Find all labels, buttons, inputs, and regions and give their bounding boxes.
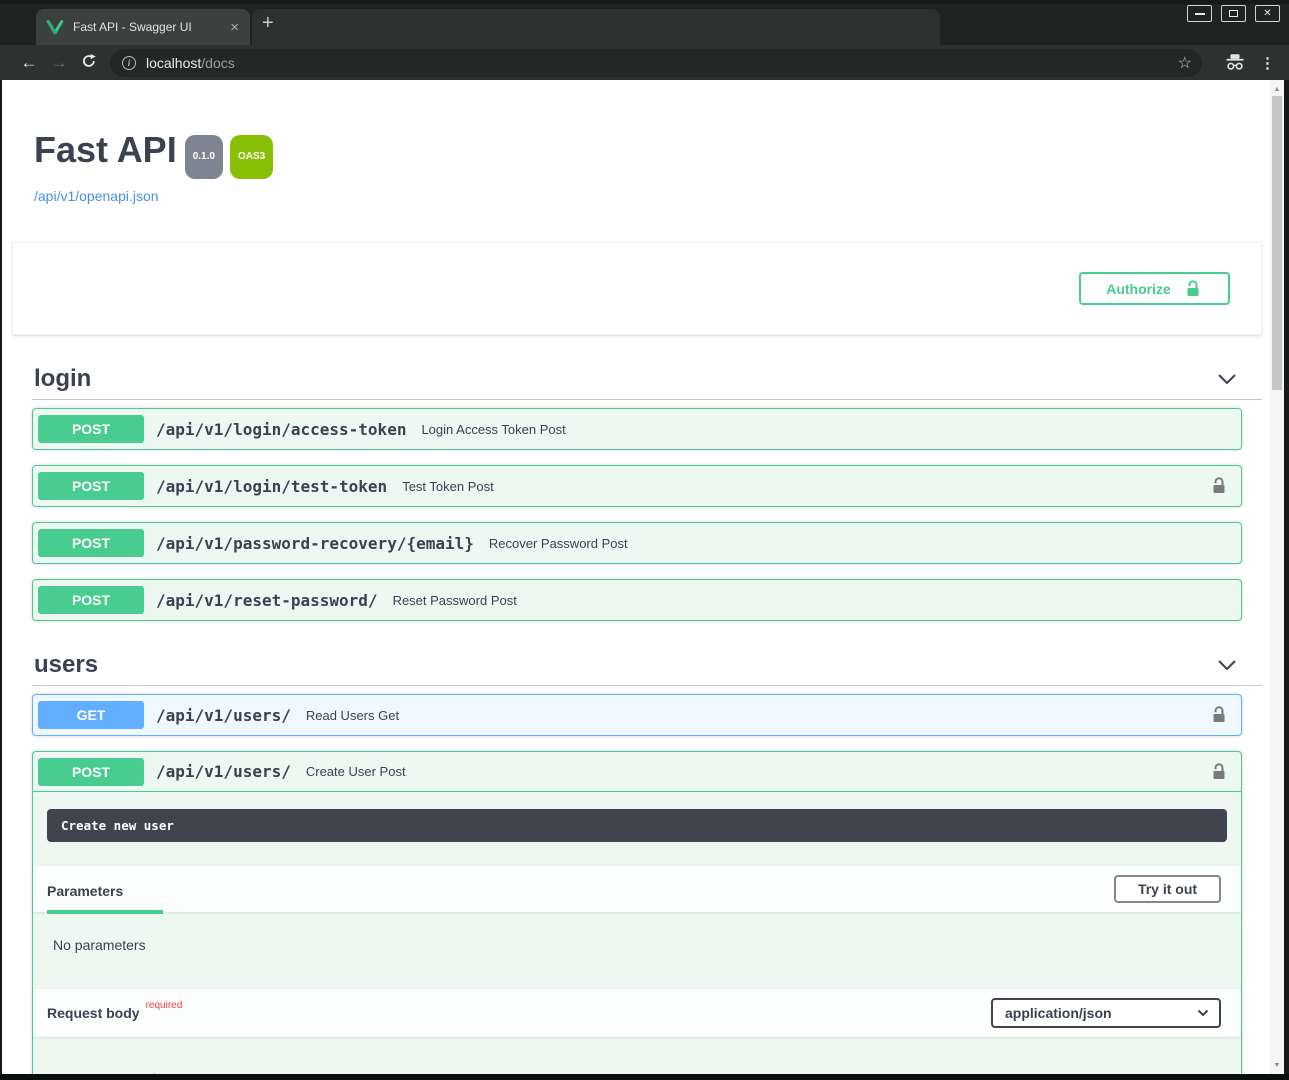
scrollbar-thumb[interactable]: [1272, 96, 1282, 390]
auth-lock-icon[interactable]: [1209, 762, 1229, 782]
version-badge: 0.1.0: [185, 135, 223, 179]
method-badge: POST: [38, 415, 144, 443]
parameters-tab: Parameters: [47, 877, 163, 914]
window-close-button[interactable]: ✕: [1255, 5, 1280, 22]
browser-tab[interactable]: Fast API - Swagger UI ×: [36, 9, 250, 45]
tabstrip-background: [252, 9, 940, 45]
endpoint-description: Read Users Get: [306, 708, 399, 723]
method-badge: POST: [38, 758, 144, 786]
opblock-login-test-token: POST /api/v1/login/test-token Test Token…: [32, 465, 1242, 507]
required-label: required: [146, 1000, 183, 1011]
scrollbar-up-icon[interactable]: ▲: [1270, 82, 1284, 96]
try-it-out-button[interactable]: Try it out: [1114, 875, 1221, 903]
back-icon[interactable]: ←: [14, 54, 44, 71]
endpoint-summary[interactable]: GET /api/v1/users/ Read Users Get: [33, 695, 1241, 735]
parameters-header: Parameters Try it out: [33, 866, 1241, 912]
method-badge: GET: [38, 701, 144, 729]
tag-section-login: login POST /api/v1/login/access-token Lo…: [32, 365, 1242, 621]
endpoint-summary[interactable]: POST /api/v1/login/access-token Login Ac…: [33, 409, 1241, 449]
scheme-container: Authorize: [12, 242, 1262, 335]
endpoint-summary[interactable]: POST /api/v1/login/test-token Test Token…: [33, 466, 1241, 506]
incognito-icon: [1224, 54, 1246, 71]
window-maximize-button[interactable]: [1221, 5, 1246, 22]
tab-close-icon[interactable]: ×: [227, 20, 242, 35]
bookmark-star-icon[interactable]: ☆: [1178, 53, 1192, 73]
users-section-header[interactable]: users: [32, 651, 1262, 686]
window-bottom-edge: [0, 1074, 1289, 1080]
browser-toolbar: ← → i localhost/docs ☆ ⋮: [0, 45, 1289, 80]
api-info: Fast API 0.1.0 OAS3 /api/v1/openapi.json: [34, 80, 1242, 206]
method-badge: POST: [38, 586, 144, 614]
browser-menu-icon[interactable]: ⋮: [1260, 54, 1275, 72]
oas3-badge: OAS3: [230, 135, 273, 179]
endpoint-path: /api/v1/users/: [156, 762, 291, 781]
opblock-login-access-token: POST /api/v1/login/access-token Login Ac…: [32, 408, 1242, 450]
media-type-value: application/json: [1005, 1005, 1112, 1021]
login-section-header[interactable]: login: [32, 365, 1262, 400]
window-frame-edge: [0, 0, 1289, 4]
endpoint-summary[interactable]: POST /api/v1/reset-password/ Reset Passw…: [33, 580, 1241, 620]
forward-icon[interactable]: →: [44, 54, 74, 71]
page-scrollbar[interactable]: ▲ ▼: [1270, 80, 1284, 1074]
endpoint-description: Test Token Post: [402, 479, 494, 494]
opblock-body: Create new user Parameters Try it out No…: [33, 809, 1241, 1074]
endpoint-summary[interactable]: POST /api/v1/users/ Create User Post: [33, 752, 1241, 792]
endpoint-description: Login Access Token Post: [421, 422, 565, 437]
close-icon: ✕: [1263, 9, 1271, 19]
opblock-password-recovery: POST /api/v1/password-recovery/{email} R…: [32, 522, 1242, 564]
openapi-spec-link[interactable]: /api/v1/openapi.json: [34, 188, 159, 204]
endpoint-path: /api/v1/reset-password/: [156, 591, 378, 610]
page-viewport: Fast API 0.1.0 OAS3 /api/v1/openapi.json…: [2, 80, 1284, 1074]
new-tab-button[interactable]: +: [262, 13, 274, 33]
reload-icon[interactable]: [74, 53, 104, 72]
browser-titlebar: Fast API - Swagger UI × + ✕: [0, 0, 1289, 45]
unlock-icon: [1183, 279, 1203, 299]
select-chevron-icon: [1197, 1009, 1209, 1017]
authorize-button[interactable]: Authorize: [1079, 272, 1230, 305]
opblock-reset-password: POST /api/v1/reset-password/ Reset Passw…: [32, 579, 1242, 621]
section-title: login: [34, 365, 91, 393]
maximize-icon: [1229, 10, 1238, 17]
endpoint-path: /api/v1/users/: [156, 706, 291, 725]
auth-lock-icon[interactable]: [1209, 476, 1229, 496]
endpoint-path: /api/v1/login/access-token: [156, 420, 406, 439]
minimize-icon: [1195, 13, 1205, 15]
scrollbar-down-icon[interactable]: ▼: [1270, 1058, 1284, 1072]
tab-title: Fast API - Swagger UI: [73, 20, 227, 34]
request-body-header: Request body required application/json: [33, 989, 1241, 1037]
window-minimize-button[interactable]: [1187, 5, 1212, 22]
opblock-create-user: POST /api/v1/users/ Create User Post Cre…: [32, 751, 1242, 1074]
request-body-label: Request body: [47, 998, 140, 1028]
url-host: localhost: [146, 55, 201, 71]
auth-lock-icon[interactable]: [1209, 705, 1229, 725]
chevron-down-icon[interactable]: [1217, 373, 1237, 385]
tag-section-users: users GET /api/v1/users/ Read Users Get: [32, 651, 1242, 1074]
api-title-text: Fast API: [34, 130, 177, 170]
endpoint-description: Recover Password Post: [489, 536, 628, 551]
swagger-ui: Fast API 0.1.0 OAS3 /api/v1/openapi.json…: [2, 80, 1270, 1074]
tab-favicon-icon: [46, 20, 64, 35]
media-type-select[interactable]: application/json: [991, 998, 1221, 1028]
method-badge: POST: [38, 472, 144, 500]
url-bar[interactable]: i localhost/docs ☆: [110, 49, 1202, 77]
url-path: /docs: [201, 55, 234, 71]
no-parameters-text: No parameters: [33, 912, 1241, 965]
endpoint-description: Reset Password Post: [393, 593, 517, 608]
endpoint-path: /api/v1/login/test-token: [156, 477, 387, 496]
chevron-down-icon[interactable]: [1217, 659, 1237, 671]
method-badge: POST: [38, 529, 144, 557]
opblock-read-users: GET /api/v1/users/ Read Users Get: [32, 694, 1242, 736]
site-info-icon[interactable]: i: [122, 56, 136, 70]
url-text[interactable]: localhost/docs: [146, 55, 235, 71]
section-title: users: [34, 651, 98, 679]
endpoint-description: Create User Post: [306, 764, 406, 779]
endpoint-summary[interactable]: POST /api/v1/password-recovery/{email} R…: [33, 523, 1241, 563]
authorize-label: Authorize: [1106, 281, 1171, 297]
operation-description: Create new user: [47, 809, 1227, 842]
endpoint-path: /api/v1/password-recovery/{email}: [156, 534, 474, 553]
page-title: Fast API 0.1.0 OAS3: [34, 130, 1242, 179]
